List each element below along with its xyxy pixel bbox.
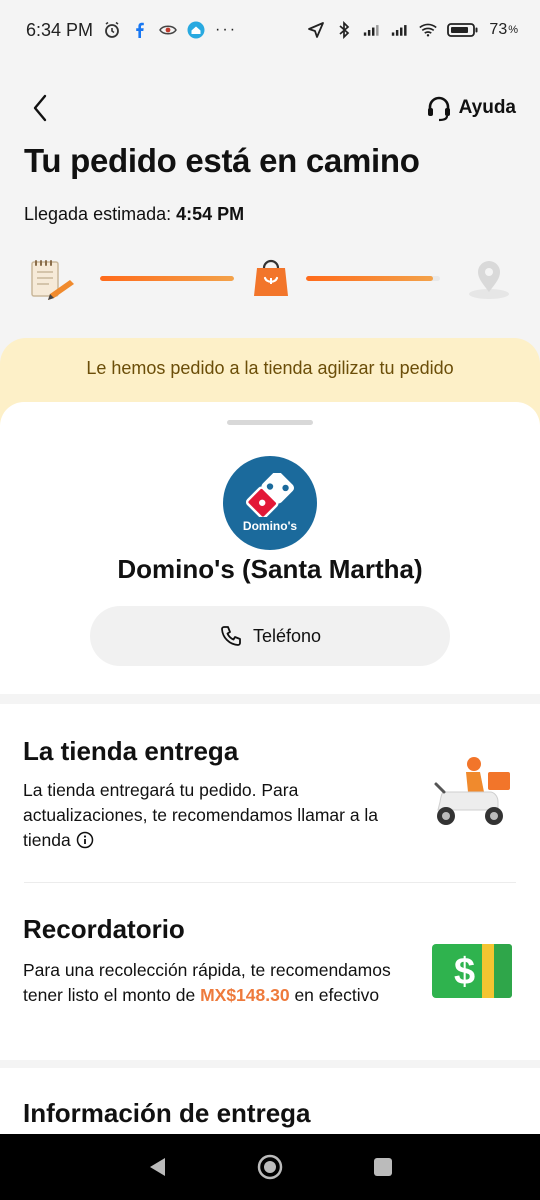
reminder-section-text: Para una recolección rápida, te recomend… [23, 958, 403, 1008]
eta-label: Llegada estimada: [24, 204, 172, 224]
banner-text: Le hemos pedido a la tienda agilizar tu … [86, 358, 454, 378]
chevron-left-icon [33, 94, 47, 122]
help-button[interactable]: Ayuda [425, 90, 516, 126]
more-notifications-icon: ··· [215, 21, 238, 38]
facebook-icon [131, 21, 149, 39]
status-bar-left: 6:34 PM ··· [26, 20, 237, 41]
store-logo-text: Domino's [242, 519, 298, 533]
store-logo: Domino's [223, 456, 317, 550]
status-bar-right: 73% [307, 21, 518, 39]
preparing-step [244, 252, 298, 304]
wifi-icon [419, 21, 438, 39]
store-sheet: Domino's Domino's (Santa Martha) Teléfon… [0, 402, 540, 694]
triangle-back-icon [149, 1158, 165, 1176]
phone-icon [221, 626, 241, 646]
nav-back-button[interactable] [137, 1147, 177, 1187]
alarm-icon [103, 21, 121, 39]
map-pin-icon [469, 261, 509, 299]
system-nav-bar [0, 1134, 540, 1200]
home-app-icon [187, 21, 205, 39]
order-progress-tracker [24, 252, 516, 304]
section-divider [24, 882, 516, 883]
svg-text:$: $ [454, 951, 475, 993]
arrived-step [462, 252, 516, 304]
dominos-domino-icon [245, 473, 295, 517]
phone-label: Teléfono [252, 625, 322, 646]
bluetooth-icon [335, 21, 353, 39]
scooter-courier-icon [434, 757, 510, 825]
battery-percent: 73 [489, 21, 508, 38]
cash-icon: $ [432, 944, 512, 998]
reminder-section-title: Recordatorio [23, 914, 185, 944]
progress-bar-2 [306, 276, 440, 281]
help-label: Ayuda [458, 97, 516, 118]
progress-fill-1 [100, 276, 234, 281]
location-arrow-icon [307, 21, 325, 39]
progress-bar-1 [100, 276, 234, 281]
cash-amount: MX$148.30 [200, 985, 290, 1005]
page-title: Tu pedido está en camino [24, 142, 420, 179]
info-card: La tienda entrega La tienda entregará tu… [0, 704, 540, 1060]
phone-button[interactable]: Teléfono [90, 606, 450, 666]
nav-recents-button[interactable] [363, 1147, 403, 1187]
circle-home-icon [257, 1154, 283, 1180]
info-icon[interactable] [76, 831, 94, 856]
reminder-text-after: en efectivo [294, 985, 380, 1005]
back-button[interactable] [22, 88, 58, 128]
header: Ayuda [0, 88, 540, 128]
store-name: Domino's (Santa Martha) [117, 554, 423, 584]
square-recents-icon [374, 1158, 393, 1176]
delivery-bag-icon [254, 259, 288, 296]
delivery-info-card: Información de entrega [0, 1068, 540, 1136]
status-time: 6:34 PM [26, 19, 94, 40]
signal-2-icon [391, 21, 409, 39]
delivery-info-title: Información de entrega [23, 1098, 311, 1128]
delivery-section-text: La tienda entregará tu pedido. Para actu… [23, 778, 403, 856]
percent-sign: % [508, 24, 518, 36]
progress-fill-2 [306, 276, 434, 281]
delivery-section-title: La tienda entrega [23, 736, 239, 766]
eta: Llegada estimada: 4:54 PM [24, 204, 244, 225]
notepad-icon [31, 260, 74, 300]
eye-icon [159, 21, 177, 39]
eta-time: 4:54 PM [176, 204, 245, 224]
signal-icon [363, 21, 381, 39]
battery-icon [447, 21, 479, 39]
drag-handle[interactable] [227, 420, 313, 425]
nav-home-button[interactable] [250, 1147, 290, 1187]
order-received-step [24, 252, 78, 304]
status-bar: 6:34 PM ··· 73% [0, 0, 540, 60]
headset-icon [427, 96, 450, 122]
